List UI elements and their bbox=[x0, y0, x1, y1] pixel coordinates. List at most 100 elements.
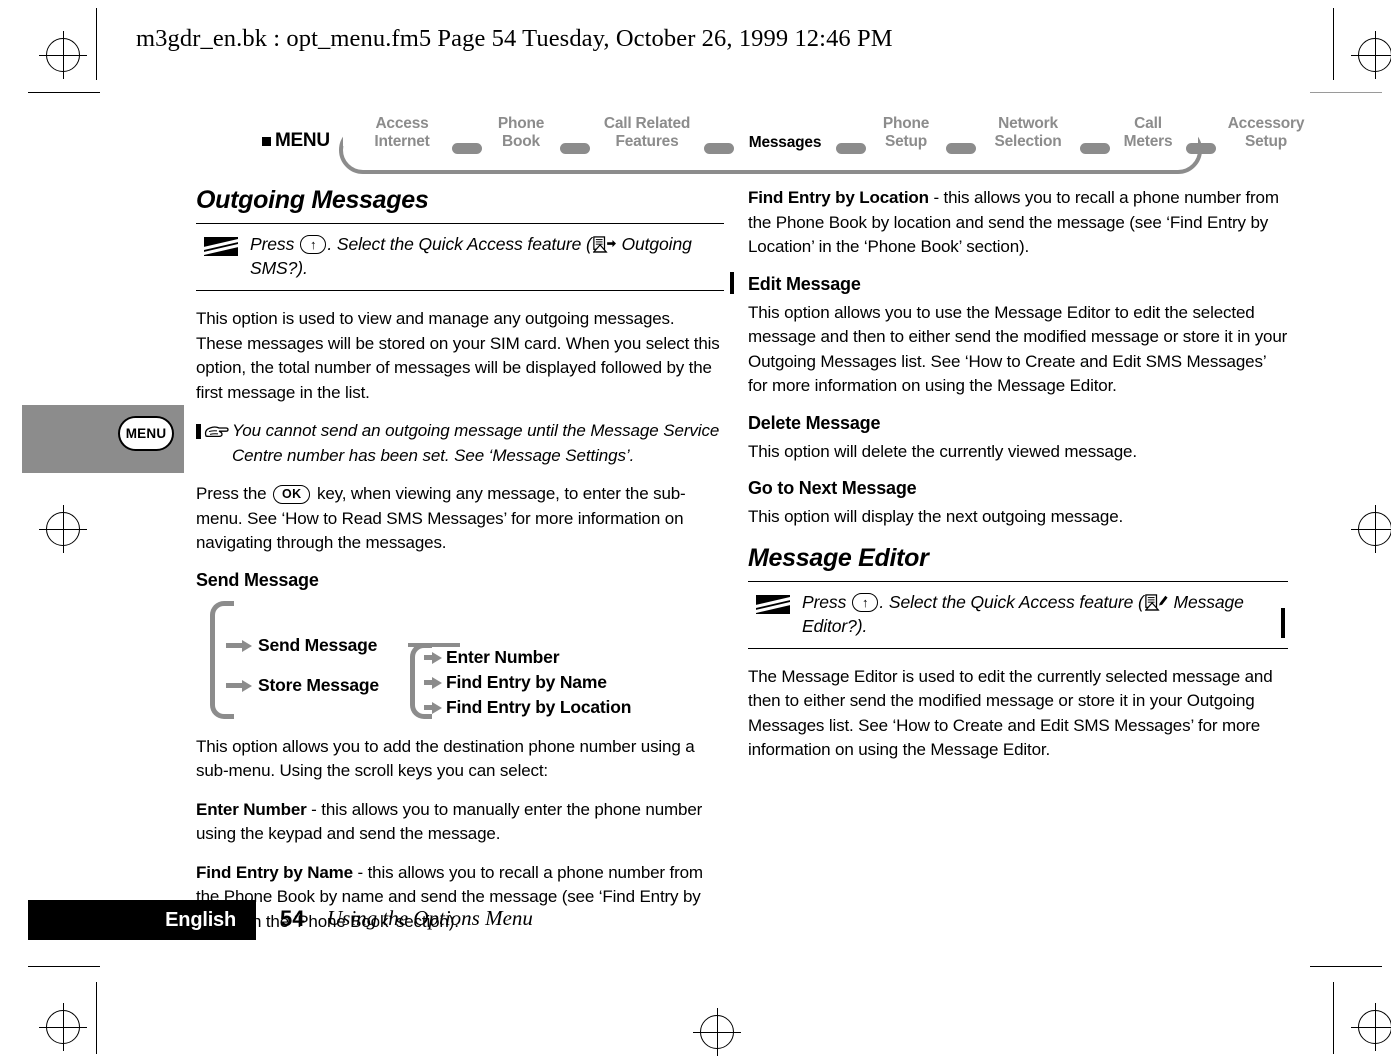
nav-item-label-line1: Network bbox=[998, 115, 1058, 132]
nav-item-label-line2: Selection bbox=[994, 133, 1062, 150]
nav-item-label-line1: Messages bbox=[748, 134, 822, 151]
menu-key-icon: MENU bbox=[120, 418, 172, 449]
registration-mark-right-middle bbox=[1351, 505, 1391, 553]
change-bar-message-editor bbox=[1281, 608, 1285, 638]
nav-item-label-line1: Phone bbox=[882, 115, 930, 132]
nav-menu-root-label: MENU bbox=[275, 130, 330, 151]
tree-arrow-enter-number bbox=[432, 651, 442, 664]
quick-access-mid-label: . Select the Quick Access feature ( bbox=[879, 591, 1144, 612]
quick-access-text: Press ↑. Select the Quick Access feature… bbox=[250, 232, 724, 280]
tree-label-enter-number: Enter Number bbox=[446, 646, 560, 667]
nav-item-phone-book[interactable]: Phone Book bbox=[484, 115, 558, 151]
term-enter-number: Enter Number bbox=[196, 799, 307, 819]
registration-mark-top-right bbox=[1351, 31, 1391, 79]
body-go-to-next-message: This option will display the next outgoi… bbox=[748, 507, 1124, 526]
registration-mark-bottom-left bbox=[39, 1003, 87, 1051]
lightning-bolt-icon bbox=[756, 594, 790, 614]
nav-item-label-line1: Accessory bbox=[1227, 115, 1305, 132]
tree-label-find-entry-by-name: Find Entry by Name bbox=[446, 671, 607, 692]
nav-menu-root: MENU bbox=[262, 130, 330, 152]
crop-mark-top-right-vertical bbox=[1333, 8, 1334, 80]
nav-item-call-related-features[interactable]: Call Related Features bbox=[592, 115, 702, 151]
nav-item-accessory-setup[interactable]: Accessory Setup bbox=[1218, 115, 1314, 151]
note-text: You cannot send an outgoing message unti… bbox=[232, 421, 720, 465]
quick-access-callout-message-editor: Press ↑. Select the Quick Access feature… bbox=[748, 580, 1288, 649]
menu-key-label: MENU bbox=[125, 426, 167, 441]
footer-page-number: 54 bbox=[280, 906, 305, 931]
crop-mark-bottom-left-vertical bbox=[96, 982, 97, 1054]
nav-item-label-line2: Setup bbox=[884, 133, 928, 150]
pointing-hand-icon bbox=[196, 422, 230, 444]
nav-item-label-line2: Setup bbox=[1244, 133, 1288, 150]
nav-separator-4 bbox=[836, 143, 866, 154]
registration-mark-bottom-right bbox=[1351, 1003, 1391, 1051]
definition-find-entry-by-location: Find Entry by Location - this allows you… bbox=[748, 186, 1288, 260]
nav-item-label-line1: Call Related bbox=[603, 115, 691, 132]
footer-language-label: English bbox=[165, 908, 236, 931]
nav-item-label-line2: Features bbox=[615, 133, 679, 150]
margin-section-tab: MENU bbox=[22, 405, 184, 473]
ok-key-icon: OK bbox=[273, 485, 311, 504]
nav-item-label-line2: Meters bbox=[1123, 133, 1173, 150]
nav-item-phone-setup[interactable]: Phone Setup bbox=[868, 115, 944, 151]
square-bullet-icon bbox=[262, 136, 271, 146]
quick-access-mid-label: . Select the Quick Access feature ( bbox=[327, 234, 592, 254]
section-title-message-editor: Message Editor bbox=[748, 543, 929, 572]
note-block: You cannot send an outgoing message unti… bbox=[196, 419, 724, 468]
nav-item-label-line1: Phone bbox=[497, 115, 545, 132]
page-title: Outgoing Messages bbox=[196, 186, 429, 214]
nav-separator-3 bbox=[704, 143, 734, 154]
nav-separator-6 bbox=[1080, 143, 1110, 154]
tree-arrow-send bbox=[242, 639, 252, 652]
submenu-intro-paragraph: This option allows you to add the destin… bbox=[196, 736, 695, 781]
ok-key-paragraph: Press the OK key, when viewing any messa… bbox=[196, 482, 724, 556]
nav-separator-7 bbox=[1186, 143, 1216, 154]
nav-item-label-line2: Book bbox=[502, 133, 540, 150]
crop-mark-top-left-horizontal bbox=[28, 92, 100, 93]
nav-item-network-selection[interactable]: Network Selection bbox=[978, 115, 1078, 151]
nav-separator-5 bbox=[946, 143, 976, 154]
send-message-tree-diagram: Send Message Store Message Enter Number … bbox=[196, 600, 696, 719]
tree-arrow-find-name bbox=[432, 676, 442, 689]
tree-label-find-entry-by-location: Find Entry by Location bbox=[446, 696, 632, 717]
registration-mark-top-left bbox=[39, 31, 87, 79]
ok-paragraph-pre: Press the bbox=[196, 484, 267, 503]
body-edit-message: This option allows you to use the Messag… bbox=[748, 302, 1288, 396]
registration-mark-bottom-center bbox=[693, 1008, 741, 1056]
tree-label-store-message: Store Message bbox=[258, 674, 379, 695]
crop-mark-bottom-left-horizontal bbox=[28, 966, 100, 967]
nav-item-label-line2: Internet bbox=[374, 133, 430, 150]
term-find-entry-by-location: Find Entry by Location bbox=[748, 188, 929, 207]
crop-mark-top-left-vertical bbox=[96, 8, 97, 80]
left-column: Outgoing Messages Press ↑. Select the Qu… bbox=[196, 186, 724, 948]
footer-language-bar: English bbox=[28, 900, 256, 940]
tree-arrow-store bbox=[242, 679, 252, 692]
nav-item-label-line1: Access bbox=[375, 115, 429, 132]
intro-paragraph: This option is used to view and manage a… bbox=[196, 309, 720, 402]
tree-arrow-find-location bbox=[432, 701, 442, 714]
menu-breadcrumb-nav: MENU Access Internet Phone Book Call Rel… bbox=[262, 112, 1305, 174]
crop-mark-top-right-horizontal bbox=[1310, 92, 1382, 93]
definition-enter-number: Enter Number - this allows you to manual… bbox=[196, 798, 724, 847]
lightning-bolt-icon bbox=[204, 237, 238, 256]
heading-go-to-next-message: Go to Next Message bbox=[748, 478, 917, 498]
tree-brace-level1 bbox=[210, 600, 234, 719]
nav-item-access-internet[interactable]: Access Internet bbox=[354, 115, 450, 151]
crop-mark-bottom-right-horizontal bbox=[1310, 966, 1382, 967]
nav-item-call-meters[interactable]: Call Meters bbox=[1112, 115, 1184, 151]
heading-edit-message: Edit Message bbox=[748, 273, 861, 294]
right-column: Find Entry by Location - this allows you… bbox=[748, 186, 1288, 777]
heading-send-message: Send Message bbox=[196, 569, 319, 590]
nav-separator-1 bbox=[452, 143, 482, 154]
quick-access-press-label: Press bbox=[802, 591, 847, 612]
nav-item-messages[interactable]: Messages bbox=[736, 134, 834, 152]
body-message-editor: The Message Editor is used to edit the c… bbox=[748, 666, 1273, 760]
up-arrow-key-icon: ↑ bbox=[300, 235, 327, 254]
quick-access-callout-outgoing: Press ↑. Select the Quick Access feature… bbox=[196, 223, 724, 291]
crop-mark-bottom-right-vertical bbox=[1333, 982, 1334, 1054]
ok-paragraph-post: key, when viewing any message, to enter … bbox=[196, 484, 686, 552]
quick-access-press-label: Press bbox=[250, 234, 295, 254]
quick-access-text: Press ↑. Select the Quick Access feature… bbox=[802, 590, 1288, 638]
footer-chapter-title: Using the Options Menu bbox=[327, 906, 533, 930]
registration-mark-left-middle bbox=[39, 505, 87, 553]
